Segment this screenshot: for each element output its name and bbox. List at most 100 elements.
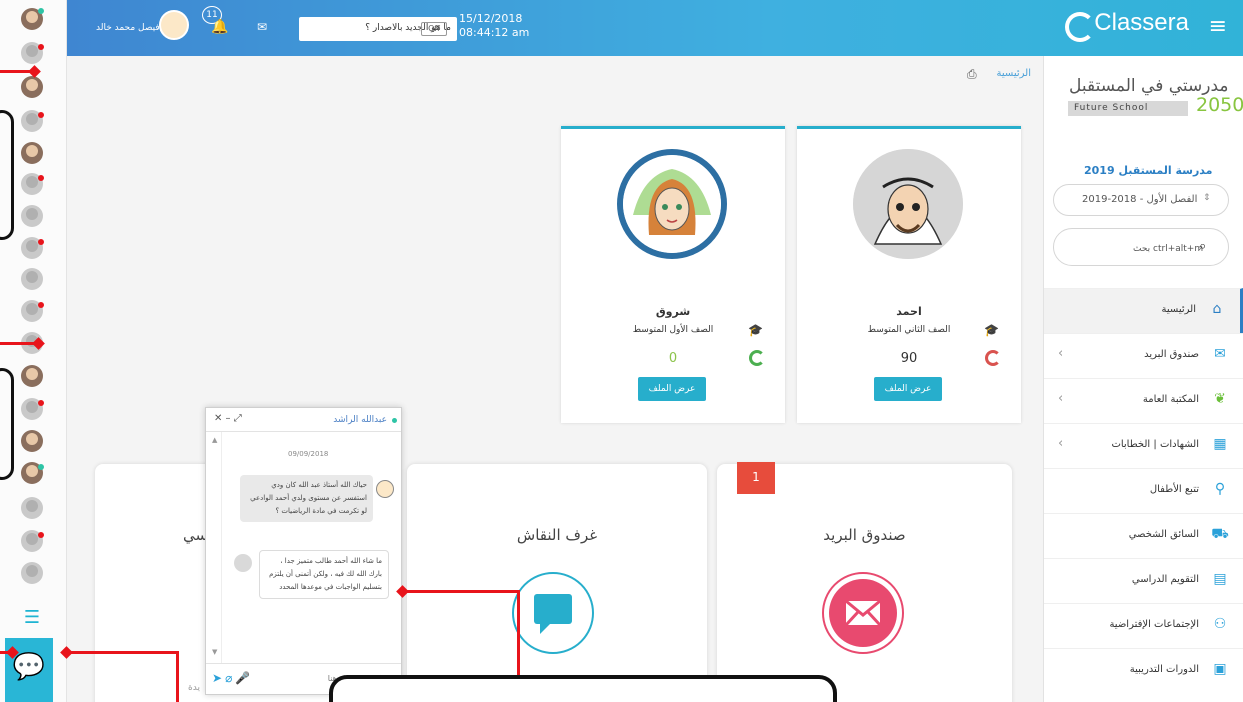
contact-avatar[interactable] bbox=[21, 205, 43, 227]
receiver-avatar bbox=[234, 554, 252, 572]
contact-avatar[interactable] bbox=[21, 76, 43, 98]
print-icon[interactable]: ⎙ bbox=[967, 67, 977, 82]
sidebar-item-label: الدورات التدريبية bbox=[1129, 664, 1199, 675]
chat-date: 09/09/2018 bbox=[288, 450, 329, 458]
child-card: شروق الصف الأول المتوسط 🎓 0 عرض الملف bbox=[561, 126, 785, 423]
classera-logo-icon bbox=[1065, 12, 1095, 42]
microphone-icon[interactable]: 🎤 bbox=[235, 671, 253, 685]
classera-score-icon bbox=[749, 350, 765, 366]
discussion-rooms-card[interactable]: غرف النقاش bbox=[407, 464, 707, 702]
sidebar-item-calendar[interactable]: التقويم الدراسي ▤ bbox=[1044, 558, 1243, 603]
online-status-dot bbox=[38, 8, 44, 14]
view-profile-button[interactable]: عرض الملف bbox=[638, 377, 706, 401]
school-name: مدرسة المستقبل 2019 bbox=[1084, 164, 1213, 177]
sidebar-item-label: صندوق البريد bbox=[1144, 349, 1199, 360]
sidebar-item-label: التقويم الدراسي bbox=[1131, 574, 1199, 585]
girl-avatar-illustration bbox=[623, 155, 721, 253]
user-avatar[interactable] bbox=[159, 10, 189, 40]
qr-icon: ▦ bbox=[1213, 436, 1227, 452]
home-icon: ⌂ bbox=[1212, 301, 1222, 317]
sidebar-item-driver[interactable]: السائق الشخصي ⛟ bbox=[1044, 513, 1243, 558]
chat-message: ما شاء الله أحمد طالب متميز جدا ، بارك ا… bbox=[259, 550, 389, 599]
attachment-icon[interactable]: ⌀ bbox=[225, 671, 235, 685]
contact-avatar[interactable] bbox=[21, 562, 43, 584]
mail-icon[interactable]: ✉ bbox=[257, 20, 267, 34]
sidebar-item-label: تتبع الأطفال bbox=[1149, 484, 1199, 495]
app-logo[interactable]: Classera bbox=[1094, 9, 1189, 37]
child-name: احمد bbox=[896, 305, 922, 318]
child-name: شروق bbox=[655, 305, 691, 318]
child-avatar bbox=[853, 149, 963, 259]
chat-scrollbar[interactable]: ▲ ▼ bbox=[210, 432, 222, 664]
annotation-arrow bbox=[66, 651, 178, 654]
bell-icon[interactable]: 🔔 bbox=[211, 19, 228, 35]
group-icon: ⚇ bbox=[1213, 616, 1227, 632]
contact-avatar[interactable] bbox=[21, 365, 43, 387]
user-name[interactable]: فيصل محمد خالد bbox=[96, 23, 160, 33]
mailbox-card[interactable]: 1 صندوق البريد bbox=[717, 462, 1012, 702]
app-root: ☰ 💬 فيصل محمد خالد 11 🔔 ✉ ما هو الجديد ب… bbox=[0, 0, 1243, 702]
chat-header: ✕ – ⤢ عبدالله الراشد bbox=[206, 408, 401, 432]
offline-status-dot bbox=[38, 175, 44, 181]
car-icon: ⛟ bbox=[1211, 526, 1229, 542]
select-arrows-icon: ⇕ bbox=[1203, 193, 1211, 203]
classera-score-icon bbox=[985, 350, 1001, 366]
chat-bubbles-icon: 💬 bbox=[12, 652, 46, 682]
sidebar-search-input[interactable]: بحث ctrl+alt+m ⌕ bbox=[1053, 228, 1229, 266]
right-sidebar: مدرستي في المستقبل Future School 2050 مد… bbox=[1043, 56, 1243, 702]
location-pin-icon: ⚲ bbox=[1214, 481, 1226, 497]
contact-avatar[interactable] bbox=[21, 142, 43, 164]
breadcrumb[interactable]: الرئيسية bbox=[997, 68, 1031, 79]
contacts-strip: ☰ 💬 bbox=[0, 0, 67, 702]
time-text: 08:44:12 am bbox=[459, 26, 530, 39]
chat-contact-name[interactable]: عبدالله الراشد bbox=[333, 415, 387, 425]
chat-window-controls[interactable]: ✕ – ⤢ bbox=[214, 413, 242, 424]
hamburger-menu-icon[interactable]: ≡ bbox=[1209, 14, 1227, 39]
scroll-up-arrow-icon[interactable]: ▲ bbox=[212, 436, 217, 444]
mail-icon bbox=[822, 572, 904, 654]
scroll-down-arrow-icon[interactable]: ▼ bbox=[212, 648, 217, 656]
list-icon[interactable]: ☰ bbox=[20, 607, 44, 629]
unread-count-badge: 1 bbox=[737, 462, 775, 494]
child-avatar bbox=[617, 149, 727, 259]
graduation-cap-icon: 🎓 bbox=[748, 323, 763, 337]
whats-new-box[interactable]: ما هو الجديد بالاصدار ؟ Off bbox=[299, 17, 457, 41]
school-logo-year: 2050 bbox=[1196, 94, 1243, 116]
sidebar-item-label: المكتبة العامة bbox=[1142, 394, 1199, 405]
online-status-dot bbox=[38, 464, 44, 470]
sender-avatar bbox=[376, 480, 394, 498]
chat-bubble-icon bbox=[512, 572, 594, 654]
offline-status-dot bbox=[38, 112, 44, 118]
send-icon[interactable]: ➤ bbox=[212, 671, 225, 685]
annotation-arrow bbox=[176, 651, 179, 702]
chat-tools: ➤⌀🎤 bbox=[212, 671, 253, 685]
sidebar-item-home[interactable]: الرئيسية ⌂ bbox=[1044, 288, 1243, 333]
sidebar-item-label: الشهادات | الخطابات bbox=[1111, 439, 1199, 450]
sidebar-item-label: السائق الشخصي bbox=[1128, 529, 1199, 540]
view-profile-button[interactable]: عرض الملف bbox=[874, 377, 942, 401]
partial-card-text: يدة bbox=[188, 683, 200, 693]
sidebar-item-label: الإجتماعات الإفتراضية bbox=[1109, 619, 1199, 630]
sidebar-item-meetings[interactable]: الإجتماعات الإفتراضية ⚇ bbox=[1044, 603, 1243, 648]
search-icon: ⌕ bbox=[1199, 239, 1207, 254]
whats-new-toggle[interactable]: Off bbox=[421, 22, 447, 36]
sidebar-item-child-tracking[interactable]: تتبع الأطفال ⚲ bbox=[1044, 468, 1243, 513]
offline-status-dot bbox=[38, 400, 44, 406]
date-text: 15/12/2018 bbox=[459, 12, 523, 25]
grid-icon: ▣ bbox=[1213, 661, 1227, 677]
contact-avatar[interactable] bbox=[21, 268, 43, 290]
sidebar-item-certificates[interactable]: ‹ الشهادات | الخطابات ▦ bbox=[1044, 423, 1243, 468]
annotation-frame bbox=[0, 368, 14, 480]
child-card: احمد الصف الثاني المتوسط 🎓 90 عرض الملف bbox=[797, 126, 1021, 423]
chevron-left-icon: ‹ bbox=[1058, 391, 1064, 406]
chevron-left-icon: ‹ bbox=[1058, 346, 1064, 361]
mail-icon: ✉ bbox=[1214, 346, 1226, 362]
sidebar-item-library[interactable]: ‹ المكتبة العامة ❦ bbox=[1044, 378, 1243, 423]
contact-avatar[interactable] bbox=[21, 497, 43, 519]
contact-avatar[interactable] bbox=[21, 430, 43, 452]
calendar-icon: ▤ bbox=[1213, 571, 1227, 587]
sidebar-item-mailbox[interactable]: ‹ صندوق البريد ✉ bbox=[1044, 333, 1243, 378]
offline-status-dot bbox=[38, 532, 44, 538]
chat-window: ✕ – ⤢ عبدالله الراشد ▲ ▼ 09/09/2018 حياك… bbox=[205, 407, 402, 695]
sidebar-item-courses[interactable]: الدورات التدريبية ▣ bbox=[1044, 648, 1243, 693]
